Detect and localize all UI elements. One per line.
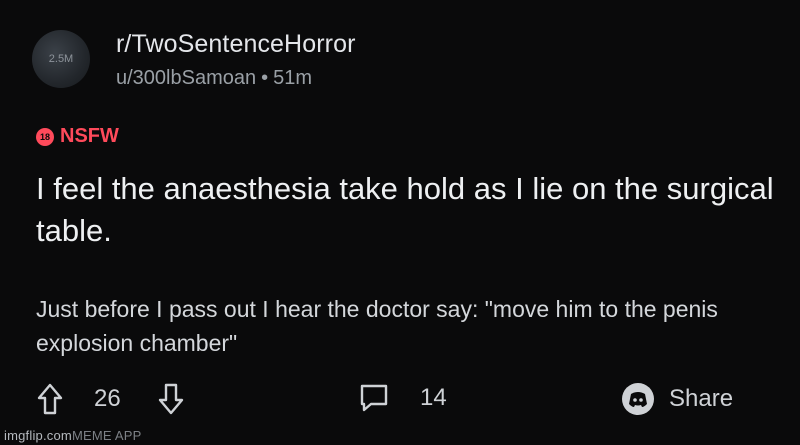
nsfw-label: NSFW [60, 125, 119, 147]
comment-count: 14 [420, 384, 447, 411]
post-time: 51m [273, 67, 313, 89]
avatar-text: 2.5M [48, 53, 74, 65]
nsfw-tag: 18 NSFW [36, 125, 119, 148]
share-button[interactable]: Share [621, 382, 733, 416]
vote-count: 26 [94, 385, 121, 412]
watermark-app: MEME APP [71, 428, 142, 443]
downvote-icon[interactable] [157, 382, 185, 416]
nsfw-18-icon: 18 [36, 127, 54, 146]
discord-icon [621, 382, 655, 416]
post-title[interactable]: I feel the anaesthesia take hold as I li… [36, 168, 776, 252]
separator-dot: • [261, 67, 269, 89]
avatar[interactable]: 2.5M [32, 30, 90, 88]
post-body: Just before I pass out I hear the doctor… [36, 296, 718, 356]
comment-icon [358, 382, 390, 414]
action-bar: 26 14 Share [36, 382, 766, 426]
post-meta: u/300lbSamoan • 51m [116, 67, 356, 90]
author-name[interactable]: u/300lbSamoan [116, 67, 256, 89]
watermark: imgflip.comMEME APP [4, 428, 141, 443]
vote-group: 26 [36, 382, 185, 416]
post-header: r/TwoSentenceHorror u/300lbSamoan • 51m [116, 30, 356, 90]
share-label: Share [669, 385, 734, 412]
upvote-icon[interactable] [36, 382, 64, 416]
comments-button[interactable]: 14 [358, 382, 447, 414]
watermark-imgflip: imgflip.com [4, 428, 72, 443]
subreddit-name[interactable]: r/TwoSentenceHorror [116, 30, 356, 59]
